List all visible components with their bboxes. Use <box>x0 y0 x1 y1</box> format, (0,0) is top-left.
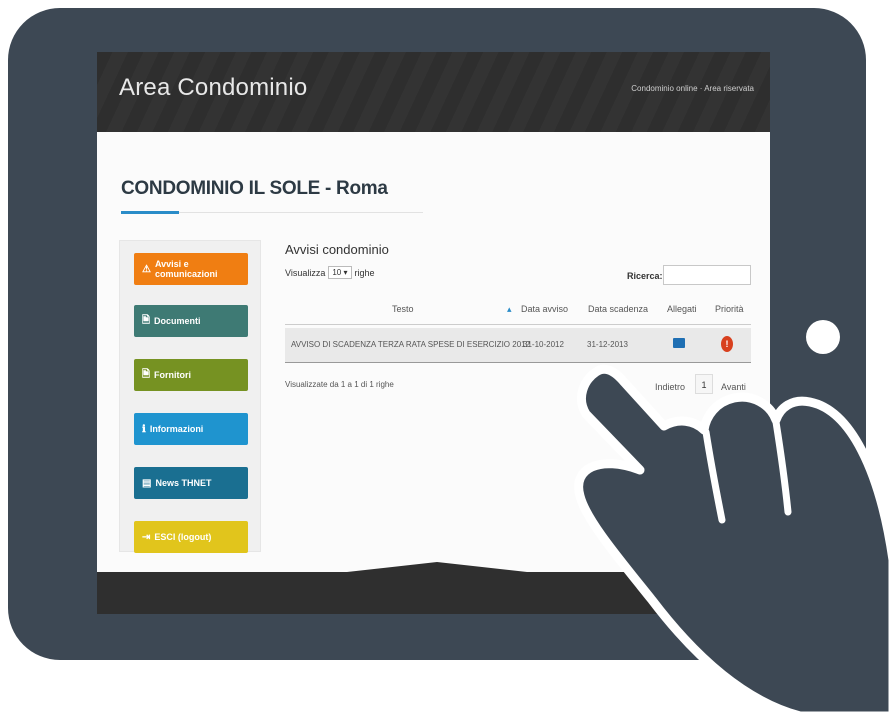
cell-data-avviso: 31-10-2012 <box>523 340 564 349</box>
pager-prev[interactable]: Indietro <box>655 382 685 392</box>
footer-notch <box>97 562 770 576</box>
page-length-prefix: Visualizza <box>285 267 326 278</box>
sidebar-item-news[interactable]: ▤ News THNET <box>134 467 248 499</box>
sidebar-item-label: News THNET <box>155 478 212 488</box>
table-header-divider <box>285 324 751 325</box>
page-length-value: 10 <box>332 268 342 277</box>
search-input[interactable] <box>663 265 751 285</box>
tablet-screen: Area Condominio Condominio online · Area… <box>97 52 770 614</box>
main-content: CONDOMINIO IL SOLE - Roma ⚠ Avvisi e com… <box>97 132 770 572</box>
pager-next[interactable]: Avanti <box>721 382 746 392</box>
sidebar-item-logout[interactable]: ⇥ ESCI (logout) <box>134 521 248 553</box>
site-header: Area Condominio Condominio online · Area… <box>97 52 770 132</box>
table-info: Visualizzate da 1 a 1 di 1 righe <box>285 380 394 389</box>
news-icon: ▤ <box>142 477 152 489</box>
site-footer <box>97 572 770 614</box>
priority-alert-icon: ! <box>721 336 733 352</box>
page-title: CONDOMINIO IL SOLE - Roma <box>121 178 388 199</box>
sort-indicator-icon: ▴ <box>507 304 512 314</box>
sidebar-menu: ⚠ Avvisi e comunicazioni 🗎 Documenti 🗎 F… <box>119 240 261 553</box>
column-header-priorita[interactable]: Priorità <box>715 304 744 314</box>
page-length-suffix: righe <box>354 267 375 278</box>
warning-icon: ⚠ <box>142 263 151 275</box>
info-icon: ℹ <box>142 423 146 435</box>
table-row[interactable]: AVVISO DI SCADENZA TERZA RATA SPESE DI E… <box>285 328 751 362</box>
column-header-allegati[interactable]: Allegati <box>667 304 697 314</box>
sidebar-item-avvisi[interactable]: ⚠ Avvisi e comunicazioni <box>134 253 248 285</box>
sidebar-item-label: Avvisi e comunicazioni <box>154 259 218 279</box>
header-links[interactable]: Condominio online · Area riservata <box>631 84 754 93</box>
sidebar-item-label: Documenti <box>154 316 201 326</box>
sidebar-item-label: Informazioni <box>149 424 204 434</box>
column-header-data-avviso[interactable]: Data avviso <box>521 304 568 314</box>
sidebar-item-informazioni[interactable]: ℹ Informazioni <box>134 413 248 445</box>
cell-data-scadenza: 31-12-2013 <box>587 340 628 349</box>
attachment-folder-icon[interactable] <box>673 338 685 348</box>
sidebar-item-label: ESCI (logout) <box>154 532 212 542</box>
site-brand[interactable]: Area Condominio <box>119 74 307 102</box>
document-icon: 🗎 <box>142 314 151 326</box>
pager-page-button[interactable]: 1 <box>695 374 713 394</box>
sidebar-item-fornitori[interactable]: 🗎 Fornitori <box>134 359 248 391</box>
sidebar-item-label: Fornitori <box>154 370 192 380</box>
table-bottom-divider <box>285 362 751 363</box>
document-icon: 🗎 <box>142 368 151 380</box>
logout-icon: ⇥ <box>142 531 151 543</box>
column-header-testo[interactable]: Testo <box>392 304 414 314</box>
tablet-home-button[interactable] <box>806 320 840 354</box>
page-length-select[interactable]: 10 ▾ <box>328 266 352 279</box>
sidebar-item-documenti[interactable]: 🗎 Documenti <box>134 305 248 337</box>
title-divider-accent <box>121 211 179 214</box>
search-label: Ricerca: <box>627 271 663 281</box>
column-header-data-scadenza[interactable]: Data scadenza <box>588 304 648 314</box>
page-length-control: Visualizza 10 ▾ righe <box>285 266 375 279</box>
section-title: Avvisi condominio <box>285 242 389 257</box>
cell-testo[interactable]: AVVISO DI SCADENZA TERZA RATA SPESE DI E… <box>291 340 530 349</box>
